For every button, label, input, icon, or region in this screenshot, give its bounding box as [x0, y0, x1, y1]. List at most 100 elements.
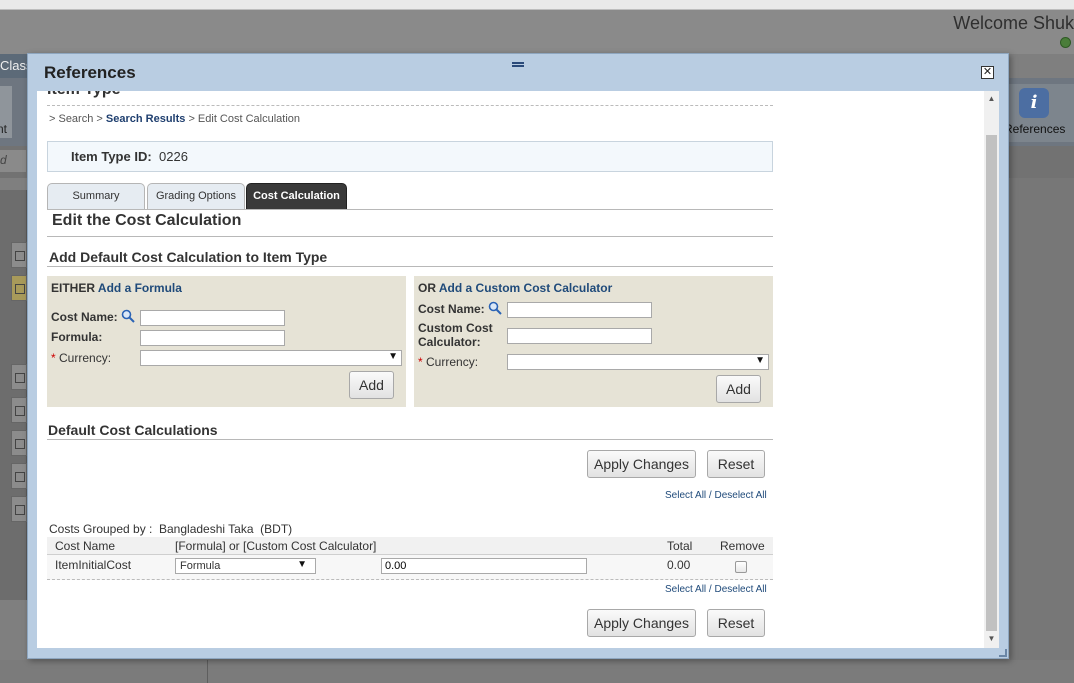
drag-handle-icon[interactable] — [512, 62, 524, 67]
row-total: 0.00 — [667, 558, 691, 572]
currency-label: * Currency: — [418, 355, 478, 369]
item-type-id-box: Item Type ID: 0226 — [47, 141, 773, 172]
calculator-currency-select[interactable]: ▼ — [507, 354, 769, 370]
welcome-text: Welcome Shuk — [953, 13, 1074, 33]
resize-grip-icon[interactable] — [999, 649, 1007, 657]
apply-changes-button-top[interactable]: Apply Changes — [587, 450, 696, 478]
custom-calculator-input[interactable] — [507, 328, 652, 344]
reset-button-bottom[interactable]: Reset — [707, 609, 765, 637]
page-title: Edit the Cost Calculation — [52, 212, 242, 229]
formula-label: Formula: — [51, 330, 103, 344]
table-row: ItemInitialCost Formula ▼ 0.00 — [47, 555, 773, 580]
column-formula: [Formula] or [Custom Cost Calculator] — [175, 539, 377, 553]
ribbon-button-left-label: nt — [0, 122, 8, 136]
either-label: EITHER — [51, 281, 96, 295]
custom-calculator-label: Custom Cost Calculator: — [418, 321, 493, 349]
deselect-all-link[interactable]: Deselect All — [714, 584, 766, 595]
item-type-id-value: 0226 — [159, 149, 188, 164]
search-icon[interactable] — [488, 301, 502, 315]
info-icon: i — [1019, 88, 1049, 118]
divider — [47, 105, 773, 106]
add-calculator-title: OR Add a Custom Cost Calculator — [418, 281, 612, 295]
currency-label-text: Currency: — [59, 351, 112, 365]
app-header — [0, 10, 1074, 54]
currency-label: * Currency: — [51, 351, 111, 365]
calculator-cost-name-input[interactable] — [507, 302, 652, 318]
status-icon — [1060, 37, 1071, 48]
default-calcs-title: Default Cost Calculations — [48, 422, 218, 438]
close-icon[interactable]: ✕ — [981, 66, 994, 79]
required-marker: * — [51, 351, 56, 365]
item-type-id-label: Item Type ID: — [71, 149, 152, 164]
column-cost-name: Cost Name — [55, 539, 116, 553]
dropdown-arrow-icon: ▼ — [297, 559, 307, 570]
currency-label-text: Currency: — [426, 355, 479, 369]
breadcrumb-search[interactable]: > Search > — [49, 113, 103, 125]
add-calculator-link[interactable]: Add a Custom Cost Calculator — [439, 281, 612, 295]
breadcrumb-search-results[interactable]: Search Results — [106, 113, 185, 125]
tab-cost-calculation[interactable]: Cost Calculation — [246, 183, 347, 210]
reset-button-top[interactable]: Reset — [707, 450, 765, 478]
tab-grading-options[interactable]: Grading Options — [147, 183, 245, 210]
add-formula-title: EITHER Add a Formula — [51, 281, 182, 295]
cost-name-label: Cost Name: — [418, 302, 485, 316]
bottom-area — [0, 660, 1074, 683]
tree-collapse-icon — [11, 275, 27, 301]
tree-expand-icon — [11, 242, 27, 268]
custom-calculator-label-line1: Custom Cost — [418, 321, 493, 335]
add-formula-button[interactable]: Add — [349, 371, 394, 399]
grouped-by-value: Bangladeshi Taka (BDT) — [159, 522, 293, 536]
bottom-divider — [207, 660, 208, 683]
scroll-down-icon[interactable]: ▼ — [984, 631, 999, 647]
row-formula-input[interactable] — [381, 558, 587, 574]
select-deselect-top: Select All / Deselect All — [665, 490, 767, 501]
tree-expand-icon — [11, 364, 27, 390]
row-type-select[interactable]: Formula ▼ — [175, 558, 316, 574]
row-remove-checkbox[interactable] — [735, 561, 747, 573]
formula-input[interactable] — [140, 330, 285, 346]
tab-underline — [47, 209, 773, 210]
cost-table-header: Cost Name [Formula] or [Custom Cost Calc… — [47, 537, 773, 555]
grouped-by-label: Costs Grouped by : — [49, 522, 153, 536]
right-panel — [1010, 178, 1074, 660]
apply-changes-button-bottom[interactable]: Apply Changes — [587, 609, 696, 637]
references-dialog: References ✕ Item Type > Search > Search… — [27, 53, 1009, 659]
custom-calculator-label-line2: Calculator: — [418, 335, 481, 349]
ribbon-button-left: nt — [0, 86, 12, 138]
link-separator: / — [708, 584, 712, 595]
dropdown-arrow-icon: ▼ — [388, 351, 398, 362]
dialog-title: References — [44, 63, 136, 82]
formula-currency-select[interactable]: ▼ — [140, 350, 402, 366]
add-calculator-button[interactable]: Add — [716, 375, 761, 403]
divider — [47, 439, 773, 440]
browser-bookmarks-bar — [0, 0, 1074, 10]
row-cost-name: ItemInitialCost — [55, 558, 132, 572]
deselect-all-link[interactable]: Deselect All — [714, 490, 766, 501]
select-all-link[interactable]: Select All — [665, 490, 706, 501]
divider — [47, 266, 773, 267]
breadcrumb-current: > Edit Cost Calculation — [188, 113, 301, 125]
references-ribbon-button: i References — [1004, 84, 1074, 142]
add-calculator-panel: OR Add a Custom Cost Calculator Cost Nam… — [414, 276, 773, 407]
cost-name-label: Cost Name: — [51, 310, 118, 324]
add-formula-link[interactable]: Add a Formula — [98, 281, 182, 295]
add-default-title: Add Default Cost Calculation to Item Typ… — [49, 249, 328, 265]
add-formula-panel: EITHER Add a Formula Cost Name: Formula:… — [47, 276, 406, 407]
references-ribbon-label: References — [1004, 122, 1066, 136]
formula-cost-name-input[interactable] — [140, 310, 285, 326]
select-all-link[interactable]: Select All — [665, 584, 706, 595]
row-type-value: Formula — [180, 560, 221, 572]
vertical-scrollbar[interactable]: ▲ ▼ — [984, 91, 999, 648]
scroll-thumb[interactable] — [986, 135, 997, 631]
class-menu: Class — [0, 54, 28, 78]
search-icon[interactable] — [121, 309, 135, 323]
or-label: OR — [418, 281, 436, 295]
select-deselect-bottom: Select All / Deselect All — [665, 584, 767, 595]
breadcrumb: > Search > Search Results > Edit Cost Ca… — [49, 113, 300, 125]
tab-summary[interactable]: Summary — [47, 183, 145, 210]
dropdown-arrow-icon: ▼ — [755, 355, 765, 366]
column-total: Total — [667, 539, 693, 553]
scroll-up-icon[interactable]: ▲ — [984, 91, 999, 107]
section-heading-cut: Item Type — [47, 91, 121, 99]
divider — [47, 236, 773, 237]
